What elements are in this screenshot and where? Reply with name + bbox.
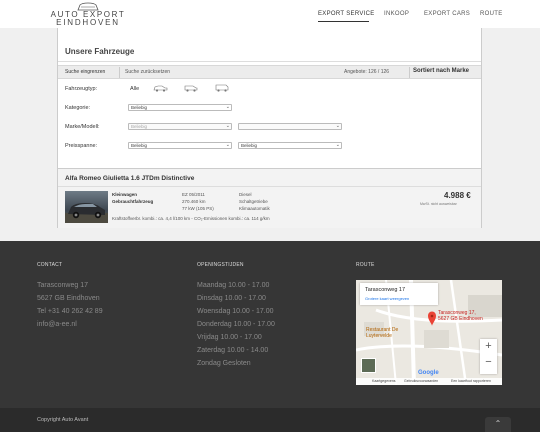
vehicle-price: 4.988 € [444, 191, 471, 200]
hours-tuesday: Dinsdag 10.00 - 17.00 [197, 295, 266, 302]
model-select[interactable]: ⌄ [238, 123, 342, 130]
map-data-link[interactable]: Kaartgegevens [372, 379, 396, 383]
hours-thursday: Donderdag 10.00 - 17.00 [197, 321, 275, 328]
chevron-down-icon: ⌄ [335, 142, 340, 148]
vehicle-class: Kleinwagen [112, 192, 138, 197]
mileage: 270.460 km [182, 199, 206, 204]
divider [119, 67, 120, 78]
vehicle-listing-card: Unsere Fahrzeuge Suche eingrenzen Suche … [57, 28, 482, 228]
zoom-in-button[interactable]: + [480, 340, 497, 352]
price-to-select[interactable]: Beliebig ⌄ [238, 142, 342, 149]
air-conditioning: Klimaautomatik [239, 206, 270, 211]
hours-monday: Maandag 10.00 - 17.00 [197, 282, 270, 289]
route-map[interactable]: Tarasconweg 17, 5627 GB Eindhoven Restau… [356, 280, 502, 385]
hours-sunday: Zondag Gesloten [197, 360, 251, 367]
contact-email[interactable]: info@a-ee.nl [37, 321, 77, 328]
chevron-down-icon: ⌄ [225, 123, 230, 129]
first-registration: EZ 05/2011 [182, 192, 205, 197]
map-zoom-controls: + − [480, 339, 497, 374]
nav-export-cars[interactable]: EXPORT CARS [424, 11, 470, 17]
category-select-value: Beliebig [131, 105, 148, 110]
power: 77 kW (105 PS) [182, 206, 214, 211]
map-info-card: Tarasconweg 17 Grotere kaart weergeven [360, 283, 438, 305]
make-select[interactable]: Beliebig ⌄ [128, 123, 232, 130]
contact-phone[interactable]: Tel +31 40 262 42 89 [37, 308, 103, 315]
vehicle-type-all[interactable]: Alle [130, 86, 139, 92]
category-label: Kategorie: [65, 105, 91, 111]
search-refine-link[interactable]: Suche eingrenzen [65, 69, 105, 75]
copyright-bar: Copyright Auto Avant ⌃ [0, 408, 540, 432]
make-select-value: Beliebig [131, 124, 148, 129]
back-to-top-button[interactable]: ⌃ [485, 417, 511, 432]
vehicle-result[interactable]: Alfa Romeo Giulietta 1.6 JTDm Distinctiv… [58, 168, 481, 228]
car-type-icon[interactable] [153, 84, 168, 92]
price-to-value: Beliebig [241, 143, 258, 148]
divider [58, 61, 481, 62]
chevron-up-icon: ⌃ [494, 419, 502, 428]
nav-route[interactable]: ROUTE [480, 11, 503, 17]
make-model-label: Marke/Modell: [65, 124, 100, 130]
category-select[interactable]: Beliebig ⌄ [128, 104, 232, 111]
larger-map-link[interactable]: Grotere kaart weergeven [365, 296, 409, 301]
site-header: AUTO EXPORT EINDHOVEN EXPORT SERVICE INK… [0, 0, 540, 28]
map-place-label: Restaurant De Luytervelde [366, 327, 399, 339]
offer-count: Angebote: 126 / 126 [344, 69, 390, 75]
chevron-down-icon: ⌄ [335, 123, 340, 129]
nav-export-service[interactable]: EXPORT SERVICE [318, 11, 375, 17]
price-from-value: Beliebig [131, 143, 148, 148]
route-heading: ROUTE [356, 262, 375, 268]
sort-button[interactable]: Sortiert nach Marke [413, 68, 469, 74]
logo-line-2: EINDHOVEN [56, 18, 120, 27]
site-footer: CONTACT Tarasconweg 17 5627 GB Eindhoven… [0, 241, 540, 408]
opening-hours-heading: OPENINGSTIJDEN [197, 262, 244, 268]
vat-note: MwSt. nicht ausweisbar [420, 202, 457, 206]
chevron-down-icon: ⌄ [225, 104, 230, 110]
car-photo-image [65, 203, 108, 223]
vehicle-photo[interactable] [65, 191, 108, 223]
nav-active-underline [318, 21, 369, 22]
contact-street: Tarasconweg 17 [37, 282, 88, 289]
divider [58, 186, 481, 187]
van-type-icon[interactable] [184, 84, 198, 92]
filter-bar: Suche eingrenzen Suche zurücksetzen Ange… [58, 65, 481, 79]
map-pin-label-line2: 5627 GB Eindhoven [438, 316, 483, 322]
price-range-label: Preisspanne: [65, 143, 98, 149]
terms-link[interactable]: Gebruiksvoorwaarden [404, 379, 438, 383]
page: AUTO EXPORT EINDHOVEN EXPORT SERVICE INK… [0, 0, 540, 432]
map-card-title: Tarasconweg 17 [365, 287, 406, 293]
site-logo[interactable]: AUTO EXPORT EINDHOVEN [37, 2, 139, 27]
gearbox: Schaltgetriebe [239, 199, 268, 204]
camper-type-icon[interactable] [215, 84, 229, 92]
vehicle-condition: Gebrauchtfahrzeug [112, 199, 154, 204]
listing-title: Unsere Fahrzeuge [65, 47, 135, 56]
divider [409, 67, 410, 78]
map-attribution: Kaartgegevens Gebruiksvoorwaarden Een ka… [356, 378, 502, 385]
consumption-info: Kraftstoffverbr. kombi.: ca. 4,4 l/100 k… [112, 216, 270, 221]
price-from-select[interactable]: Beliebig ⌄ [128, 142, 232, 149]
vehicle-title[interactable]: Alfa Romeo Giulietta 1.6 JTDm Distinctiv… [65, 175, 194, 182]
contact-heading: CONTACT [37, 262, 63, 268]
nav-inkoop[interactable]: INKOOP [384, 11, 409, 17]
contact-city: 5627 GB Eindhoven [37, 295, 100, 302]
google-logo: Google [418, 370, 439, 376]
hours-saturday: Zaterdag 10.00 - 14.00 [197, 347, 269, 354]
hours-friday: Vrijdag 10.00 - 17.00 [197, 334, 262, 341]
fuel-type: Diesel [239, 192, 252, 197]
hours-wednesday: Woensdag 10.00 - 17.00 [197, 308, 274, 315]
vehicle-type-label: Fahrzeugtyp: [65, 86, 98, 92]
chevron-down-icon: ⌄ [225, 142, 230, 148]
copyright-text: Copyright Auto Avant [37, 417, 89, 423]
satellite-toggle[interactable] [361, 358, 376, 373]
zoom-out-button[interactable]: − [480, 356, 497, 368]
reset-search-link[interactable]: Suche zurücksetzen [125, 69, 170, 75]
report-error-link[interactable]: Een kaartfout rapporteren [451, 379, 491, 383]
